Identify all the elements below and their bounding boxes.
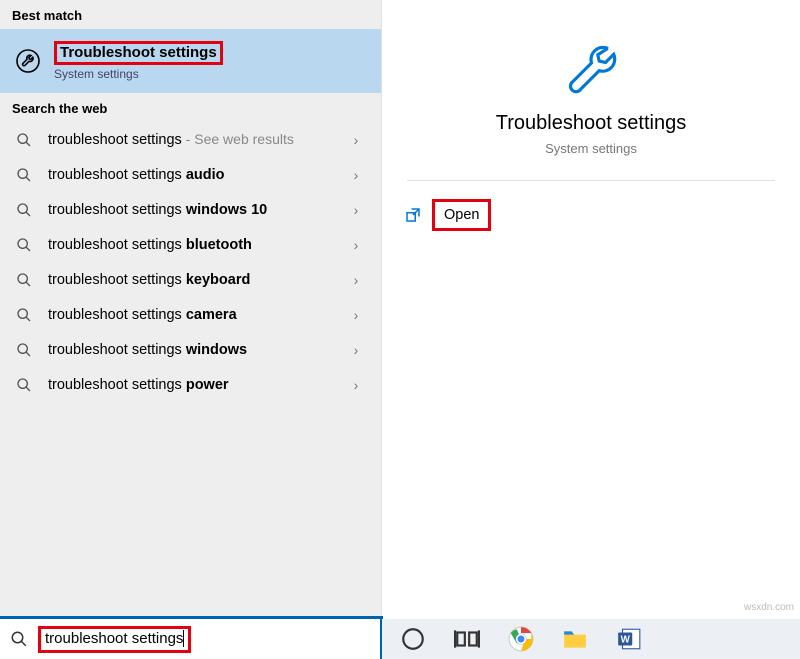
open-external-icon [404, 206, 422, 224]
web-result[interactable]: troubleshoot settings audio › [0, 157, 381, 192]
web-result-label: troubleshoot settings windows [48, 341, 331, 358]
chevron-right-icon[interactable]: › [347, 237, 365, 253]
annotation-highlight: Troubleshoot settings [54, 41, 223, 65]
best-match-title: Troubleshoot settings [60, 44, 217, 61]
chevron-right-icon[interactable]: › [347, 342, 365, 358]
cortana-icon[interactable] [400, 626, 426, 652]
search-icon [10, 630, 28, 648]
annotation-highlight: Open [432, 199, 491, 231]
chrome-icon[interactable] [508, 626, 534, 652]
web-result[interactable]: troubleshoot settings camera › [0, 297, 381, 332]
web-result[interactable]: troubleshoot settings - See web results … [0, 122, 381, 157]
chevron-right-icon[interactable]: › [347, 167, 365, 183]
search-icon [16, 342, 32, 358]
web-result-label: troubleshoot settings bluetooth [48, 236, 331, 253]
chevron-right-icon[interactable]: › [347, 132, 365, 148]
web-result[interactable]: troubleshoot settings keyboard › [0, 262, 381, 297]
search-web-header: Search the web [0, 93, 381, 122]
best-match-header: Best match [0, 0, 381, 29]
web-result[interactable]: troubleshoot settings bluetooth › [0, 227, 381, 262]
best-match-subtitle: System settings [54, 67, 223, 81]
web-result-label: troubleshoot settings audio [48, 166, 331, 183]
divider [407, 180, 775, 181]
wrench-icon [16, 49, 40, 73]
search-icon [16, 202, 32, 218]
search-input[interactable]: troubleshoot settings [45, 630, 183, 647]
web-result[interactable]: troubleshoot settings windows › [0, 332, 381, 367]
chevron-right-icon[interactable]: › [347, 272, 365, 288]
open-label[interactable]: Open [444, 207, 479, 223]
search-icon [16, 272, 32, 288]
search-icon [16, 377, 32, 393]
search-icon [16, 307, 32, 323]
chevron-right-icon[interactable]: › [347, 377, 365, 393]
taskbar: W [382, 619, 800, 659]
annotation-highlight: troubleshoot settings [38, 626, 191, 653]
best-match-result[interactable]: Troubleshoot settings System settings [0, 29, 381, 93]
chevron-right-icon[interactable]: › [347, 307, 365, 323]
task-view-icon[interactable] [454, 626, 480, 652]
svg-text:W: W [621, 634, 631, 645]
web-result-label: troubleshoot settings keyboard [48, 271, 331, 288]
web-result-label: troubleshoot settings camera [48, 306, 331, 323]
watermark: wsxdn.com [744, 602, 794, 613]
open-action[interactable]: Open [404, 199, 800, 231]
web-result[interactable]: troubleshoot settings power › [0, 367, 381, 402]
search-icon [16, 167, 32, 183]
search-input-container[interactable]: troubleshoot settings [0, 619, 380, 659]
preview-title: Troubleshoot settings [382, 112, 800, 135]
web-result[interactable]: troubleshoot settings windows 10 › [0, 192, 381, 227]
web-result-label: troubleshoot settings - See web results [48, 131, 331, 148]
preview-subtitle: System settings [382, 141, 800, 156]
word-icon[interactable]: W [616, 626, 642, 652]
search-icon [16, 132, 32, 148]
search-icon [16, 237, 32, 253]
chevron-right-icon[interactable]: › [347, 202, 365, 218]
web-result-label: troubleshoot settings power [48, 376, 331, 393]
web-result-label: troubleshoot settings windows 10 [48, 201, 331, 218]
wrench-icon [562, 40, 620, 98]
file-explorer-icon[interactable] [562, 626, 588, 652]
